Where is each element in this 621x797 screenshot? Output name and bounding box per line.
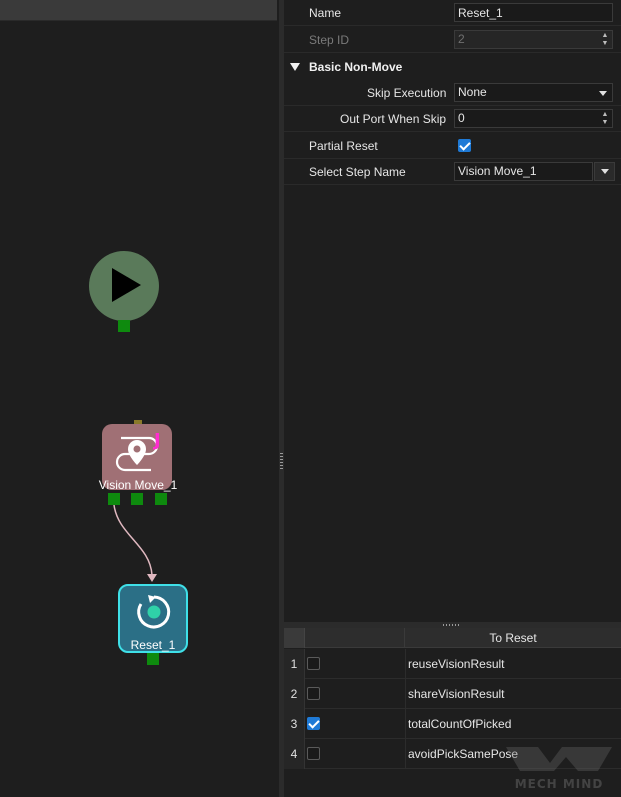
mech-mind-logo-icon: [506, 747, 612, 771]
vision-move-output-port-3[interactable]: [155, 493, 167, 505]
out-port-spinbox[interactable]: 0 ▲ ▼: [454, 109, 613, 128]
skip-execution-dropdown[interactable]: None: [454, 83, 613, 102]
prop-row-skip-execution: Skip Execution None: [284, 80, 621, 106]
prop-row-name: Name: [284, 0, 621, 26]
row-checkbox[interactable]: [307, 747, 320, 760]
row-number: 4: [284, 739, 305, 769]
vision-move-output-port-1[interactable]: [108, 493, 120, 505]
prop-row-out-port: Out Port When Skip 0 ▲ ▼: [284, 106, 621, 132]
watermark-text: MECH MIND: [514, 777, 604, 791]
start-output-port[interactable]: [118, 320, 130, 332]
workflow-canvas[interactable]: J Vision Move_1 Reset_1: [0, 0, 279, 797]
select-step-value: Vision Move_1: [458, 164, 537, 178]
start-node[interactable]: [89, 251, 159, 321]
step-id-field: 2 ▲ ▼: [454, 30, 613, 49]
chevron-down-icon: [601, 169, 609, 174]
row-variable-name: reuseVisionResult: [408, 657, 505, 671]
table-row[interactable]: 1 reuseVisionResult: [284, 649, 621, 679]
select-step-field[interactable]: Vision Move_1: [454, 162, 593, 181]
step-id-label: Step ID: [309, 33, 350, 47]
vision-move-output-port-2[interactable]: [131, 493, 143, 505]
reset-label: Reset_1: [130, 638, 176, 652]
row-checkbox[interactable]: [307, 717, 320, 730]
name-field[interactable]: [454, 3, 613, 22]
row-variable-name: totalCountOfPicked: [408, 717, 512, 731]
row-number: 1: [284, 649, 305, 679]
section-title: Basic Non-Move: [309, 60, 403, 74]
partial-reset-label: Partial Reset: [309, 139, 378, 153]
play-icon: [112, 268, 141, 302]
select-step-label: Select Step Name: [309, 165, 406, 179]
collapse-triangle-icon[interactable]: [290, 63, 300, 71]
table-row[interactable]: 2 shareVisionResult: [284, 679, 621, 709]
name-label: Name: [309, 6, 342, 20]
reset-icon: [137, 595, 171, 629]
skip-execution-value: None: [458, 85, 487, 99]
table-row[interactable]: 3 totalCountOfPicked: [284, 709, 621, 739]
row-number: 2: [284, 679, 305, 709]
prop-row-select-step: Select Step Name Vision Move_1: [284, 159, 621, 185]
prop-row-step-id: Step ID 2 ▲ ▼: [284, 27, 621, 53]
table-header-to-reset: To Reset: [489, 631, 537, 645]
properties-panel: Name Step ID 2 ▲▼ Basic Non-Move Skip Ex…: [284, 0, 621, 627]
reset-output-port[interactable]: [147, 653, 159, 665]
row-variable-name: shareVisionResult: [408, 687, 505, 701]
partial-reset-checkbox[interactable]: [458, 139, 471, 152]
table-corner[interactable]: [284, 628, 305, 648]
vision-move-label: Vision Move_1: [98, 478, 178, 492]
row-number: 3: [284, 709, 305, 739]
watermark-logo: MECH MIND: [498, 741, 620, 795]
vision-move-badge: J: [154, 430, 161, 451]
spin-arrows-icon[interactable]: ▲ ▼: [601, 111, 609, 127]
chevron-down-icon: [599, 91, 607, 96]
splitter-grip-icon: [280, 453, 283, 469]
spin-arrows-icon: ▲ ▼: [601, 32, 609, 47]
out-port-value: 0: [458, 111, 465, 125]
select-step-dropdown-button[interactable]: [594, 162, 615, 181]
connection-edge: [113, 504, 157, 582]
splitter-grip-icon: [443, 624, 459, 626]
out-port-label: Out Port When Skip: [340, 112, 447, 126]
table-header: To Reset: [284, 628, 621, 648]
prop-row-partial-reset: Partial Reset: [284, 133, 621, 159]
step-id-value: 2: [458, 32, 465, 46]
table-header-check-column: [305, 628, 405, 648]
row-checkbox[interactable]: [307, 657, 320, 670]
section-basic-non-move[interactable]: Basic Non-Move: [284, 54, 621, 80]
row-checkbox[interactable]: [307, 687, 320, 700]
skip-execution-label: Skip Execution: [367, 86, 447, 100]
